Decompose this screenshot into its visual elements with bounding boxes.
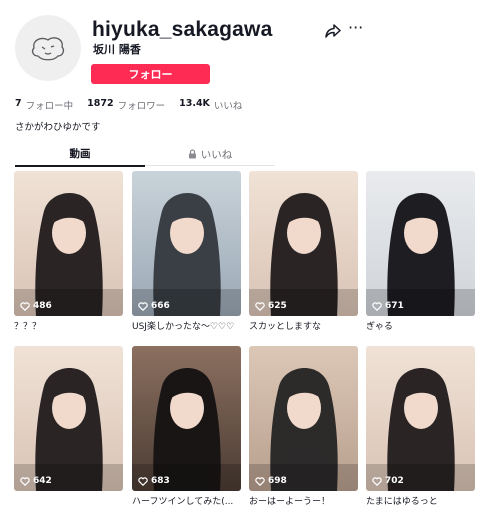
video-thumbnail[interactable]: 666 [132, 171, 241, 316]
profile-stats: 7 フォロー中 1872 フォロワー 13.4K いいね [15, 98, 256, 112]
video-caption: ハーフツインしてみた(... [132, 497, 234, 505]
follow-button[interactable]: フォロー [91, 64, 210, 84]
thumbnail-image [366, 346, 475, 491]
view-count-text: 698 [268, 476, 287, 486]
video-caption [14, 494, 123, 505]
profile-avatar[interactable] [15, 15, 81, 81]
view-count-text: 702 [385, 476, 404, 486]
heart-icon [20, 301, 30, 311]
video-caption: USJ楽しかったな〜♡♡♡ [132, 322, 235, 331]
video-caption: スカッとしますな [249, 322, 322, 331]
video-caption: おーはーよーうー！ [249, 497, 331, 505]
video-thumbnail[interactable]: 683 [132, 346, 241, 491]
thumbnail-image [249, 171, 358, 316]
stat-label: フォロワー [117, 101, 166, 112]
view-count: 702 [372, 476, 404, 486]
view-count: 666 [138, 301, 170, 311]
video-card[interactable]: 486 ？？？ [14, 171, 123, 331]
video-card[interactable]: 683 ハーフツインしてみた(... [132, 346, 241, 505]
thumbnail-image [132, 346, 241, 491]
stat-label: いいね [213, 101, 243, 112]
stat-number: 7 [15, 98, 22, 109]
profile-tabs: 動画 いいね [15, 142, 275, 167]
video-card[interactable]: 698 おーはーよーうー！ [249, 346, 358, 505]
video-thumbnail[interactable]: 671 [366, 171, 475, 316]
video-card[interactable]: 625 スカッとしますな [249, 171, 358, 331]
default-avatar-icon [31, 37, 65, 61]
profile-bio: さかがわひゆかです [15, 122, 101, 133]
thumbnail-image [14, 171, 123, 316]
stat-number: 13.4K [179, 98, 210, 109]
video-card[interactable]: 642 [14, 346, 123, 505]
view-count-text: 666 [151, 301, 170, 311]
heart-icon [20, 476, 30, 486]
heart-icon [138, 301, 148, 311]
lock-icon [188, 149, 196, 159]
video-card[interactable]: 702 たまにはゆるっと [366, 346, 475, 505]
view-count-text: 642 [33, 476, 52, 486]
heart-icon [372, 476, 382, 486]
tab-label: いいね [200, 148, 233, 161]
profile-nickname: 坂川 陽香 [93, 43, 141, 56]
view-count-text: 683 [151, 476, 170, 486]
stat-following[interactable]: 7 フォロー中 [15, 98, 73, 112]
view-count: 642 [20, 476, 52, 486]
thumbnail-image [132, 171, 241, 316]
video-caption: ？？？ [14, 322, 42, 331]
thumbnail-image [14, 346, 123, 491]
view-count: 486 [20, 301, 52, 311]
view-count: 625 [255, 301, 287, 311]
view-count: 683 [138, 476, 170, 486]
heart-icon [255, 476, 265, 486]
heart-icon [372, 301, 382, 311]
thumbnail-image [249, 346, 358, 491]
profile-username: hiyuka_sakagawa [92, 18, 273, 41]
video-thumbnail[interactable]: 642 [14, 346, 123, 491]
thumbnail-image [366, 171, 475, 316]
view-count: 671 [372, 301, 404, 311]
view-count-text: 671 [385, 301, 404, 311]
heart-icon [255, 301, 265, 311]
share-arrow-icon[interactable] [325, 24, 341, 38]
stat-number: 1872 [87, 98, 114, 109]
video-caption: ぎゃる [366, 322, 393, 331]
tab-liked[interactable]: いいね [145, 142, 275, 166]
stat-likes: 13.4K いいね [179, 98, 242, 112]
heart-icon [138, 476, 148, 486]
video-caption: たまにはゆるっと [366, 497, 438, 505]
tab-videos[interactable]: 動画 [15, 142, 145, 167]
view-count: 698 [255, 476, 287, 486]
video-thumbnail[interactable]: 625 [249, 171, 358, 316]
video-card[interactable]: 666 USJ楽しかったな〜♡♡♡ [132, 171, 241, 331]
video-thumbnail[interactable]: 698 [249, 346, 358, 491]
more-dots-icon[interactable]: ··· [348, 20, 363, 36]
video-thumbnail[interactable]: 702 [366, 346, 475, 491]
stat-followers[interactable]: 1872 フォロワー [87, 98, 165, 112]
view-count-text: 625 [268, 301, 287, 311]
video-thumbnail[interactable]: 486 [14, 171, 123, 316]
tab-label: 動画 [69, 148, 91, 160]
view-count-text: 486 [33, 301, 52, 311]
stat-label: フォロー中 [25, 101, 74, 112]
video-card[interactable]: 671 ぎゃる [366, 171, 475, 331]
